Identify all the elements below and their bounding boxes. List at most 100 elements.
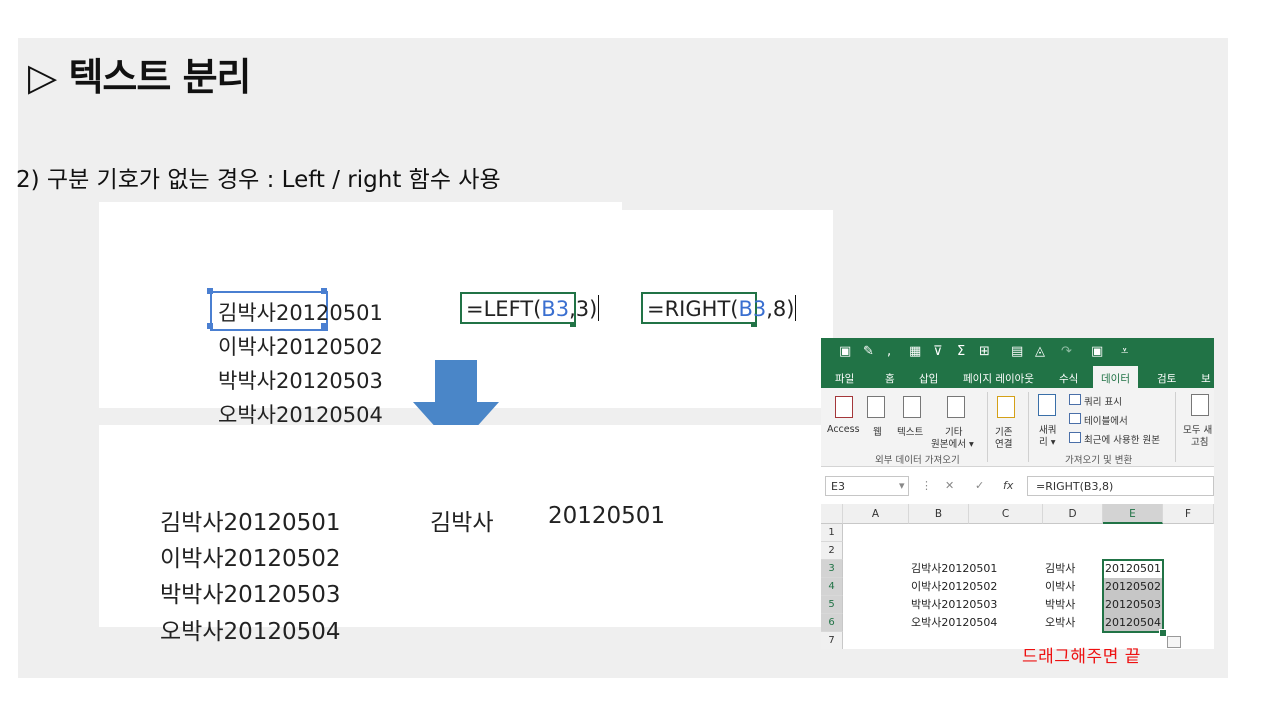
refresh-all-line2[interactable]: 고침 [1191, 434, 1208, 448]
name-box[interactable]: E3 [825, 476, 909, 496]
ribbon-separator [987, 392, 988, 462]
new-query-icon [1038, 394, 1056, 416]
filter-icon[interactable]: ⊽ [933, 344, 943, 359]
tab-review[interactable]: 검토 [1157, 371, 1176, 386]
column-header-a[interactable]: A [843, 504, 909, 524]
fill-handle[interactable] [751, 323, 757, 327]
redo-icon[interactable]: ↷ [1061, 344, 1072, 359]
column-header-e[interactable]: E [1103, 504, 1163, 524]
right-result: 20120501 [548, 503, 666, 529]
row-header-1[interactable]: 1 [821, 524, 843, 542]
row-header-7[interactable]: 7 [821, 632, 843, 649]
existing-connections-icon [997, 396, 1015, 418]
tab-home[interactable]: 홈 [885, 371, 895, 386]
cell-d4[interactable]: 이박사 [1045, 578, 1075, 596]
slide-title: ▷ 텍스트 분리 [28, 55, 251, 99]
select-all-corner[interactable] [821, 504, 843, 524]
worksheet-grid: A B C D E F 1 2 3 4 5 6 7 김박사20120501 이박… [821, 504, 1214, 649]
cell-b3[interactable]: 김박사20120501 [911, 560, 997, 578]
from-table-button[interactable]: 테이블에서 [1084, 413, 1128, 427]
merge-icon[interactable]: ▤ [1011, 344, 1023, 359]
text-cursor [598, 295, 600, 321]
cancel-icon[interactable]: ✕ [945, 479, 954, 492]
selection-handle [321, 288, 327, 294]
row-header-2[interactable]: 2 [821, 542, 843, 560]
refresh-all-icon [1191, 394, 1209, 416]
row-header-3[interactable]: 3 [821, 560, 843, 578]
tab-file[interactable]: 파일 [835, 371, 854, 386]
excel-window: ▣ ✎ , ▦ ⊽ Σ ⊞ ▤ ◬ ↷ ▣ ⩡ 파일 홈 삽입 페이지 레이아웃… [821, 338, 1214, 649]
recent-sources-icon [1069, 432, 1081, 443]
enter-icon[interactable]: ✓ [975, 479, 984, 492]
ribbon-separator [1028, 392, 1029, 462]
column-header-d[interactable]: D [1043, 504, 1103, 524]
result-name-3: 박박사20120503 [160, 582, 341, 608]
cell-b4[interactable]: 이박사20120502 [911, 578, 997, 596]
existing-connections-line2[interactable]: 연결 [995, 436, 1012, 450]
form-icon[interactable]: ▣ [1091, 344, 1103, 359]
from-table-icon [1069, 413, 1081, 424]
web-button[interactable]: 웹 [873, 424, 882, 438]
text-cursor [795, 295, 797, 321]
ribbon-data: Access 웹 텍스트 기타 원본에서 ▾ 기존 연결 외부 데이터 가져오기… [821, 388, 1214, 467]
table-icon[interactable]: ▦ [909, 344, 921, 359]
other-sources-icon [947, 396, 965, 418]
text-file-icon [903, 396, 921, 418]
formula-suffix: ,8) [766, 297, 795, 321]
row-header-5[interactable]: 5 [821, 596, 843, 614]
access-button[interactable]: Access [827, 424, 860, 435]
ribbon-separator [1175, 392, 1176, 462]
selection-handle [207, 288, 213, 294]
selection-range [1102, 559, 1164, 633]
insert-function-icon[interactable]: fx [1003, 479, 1013, 492]
column-header-b[interactable]: B [909, 504, 969, 524]
row-header-6[interactable]: 6 [821, 614, 843, 632]
formula-prefix: =RIGHT( [647, 297, 739, 321]
cell-b6[interactable]: 오박사20120504 [911, 614, 997, 632]
tab-insert[interactable]: 삽입 [919, 371, 938, 386]
text-button[interactable]: 텍스트 [897, 424, 923, 438]
comma-icon[interactable]: , [887, 344, 891, 359]
cell-d6[interactable]: 오박사 [1045, 614, 1075, 632]
fill-color-icon[interactable]: ◬ [1035, 344, 1045, 359]
cell-d3[interactable]: 김박사 [1045, 560, 1075, 578]
more-icon: ⋮ [921, 479, 932, 492]
show-queries-button[interactable]: 쿼리 표시 [1084, 394, 1122, 408]
formula-suffix: ,3) [569, 297, 598, 321]
result-name-1: 김박사20120501 [160, 510, 341, 536]
recent-sources-button[interactable]: 최근에 사용한 원본 [1084, 432, 1160, 446]
autofill-options-icon[interactable] [1167, 636, 1181, 648]
left-formula-cell[interactable]: =LEFT(B3,3) [460, 292, 600, 324]
save-icon[interactable]: ▣ [839, 344, 851, 359]
group-label-external-data: 외부 데이터 가져오기 [875, 455, 960, 466]
new-query-line2[interactable]: 리 ▾ [1039, 434, 1056, 448]
other-sources-line2[interactable]: 원본에서 ▾ [931, 436, 974, 450]
result-name-4: 오박사20120504 [160, 619, 341, 645]
column-header-f[interactable]: F [1163, 504, 1214, 524]
borders-icon[interactable]: ⊞ [979, 344, 990, 359]
source-name-1: 김박사20120501 [218, 301, 383, 325]
cell-b5[interactable]: 박박사20120503 [911, 596, 997, 614]
formula-cell-ref: B3 [738, 297, 767, 321]
column-header-c[interactable]: C [969, 504, 1043, 524]
name-box-dropdown-icon[interactable]: ▾ [899, 479, 905, 492]
customize-qat-icon[interactable]: ⩡ [1121, 344, 1128, 359]
tab-view[interactable]: 보 [1201, 371, 1211, 386]
row-header-4[interactable]: 4 [821, 578, 843, 596]
formula-input[interactable]: =RIGHT(B3,8) [1027, 476, 1214, 496]
fill-handle[interactable] [570, 323, 576, 327]
format-painter-icon[interactable]: ✎ [863, 344, 874, 359]
left-result: 김박사 [430, 510, 494, 536]
quick-access-toolbar: ▣ ✎ , ▦ ⊽ Σ ⊞ ▤ ◬ ↷ ▣ ⩡ [821, 338, 1214, 366]
web-icon [867, 396, 885, 418]
autosum-icon[interactable]: Σ [957, 344, 965, 359]
formula-prefix: =LEFT( [466, 297, 542, 321]
tab-page-layout[interactable]: 페이지 레이아웃 [963, 371, 1034, 386]
cell-d5[interactable]: 박박사 [1045, 596, 1075, 614]
source-name-3: 박박사20120503 [218, 369, 383, 393]
tab-formulas[interactable]: 수식 [1059, 371, 1078, 386]
tab-data[interactable]: 데이터 [1093, 366, 1138, 388]
ribbon-tabs: 파일 홈 삽입 페이지 레이아웃 수식 데이터 검토 보 [821, 366, 1214, 388]
right-formula-cell[interactable]: =RIGHT(B3,8) [641, 292, 797, 324]
fill-handle[interactable] [1159, 629, 1167, 637]
